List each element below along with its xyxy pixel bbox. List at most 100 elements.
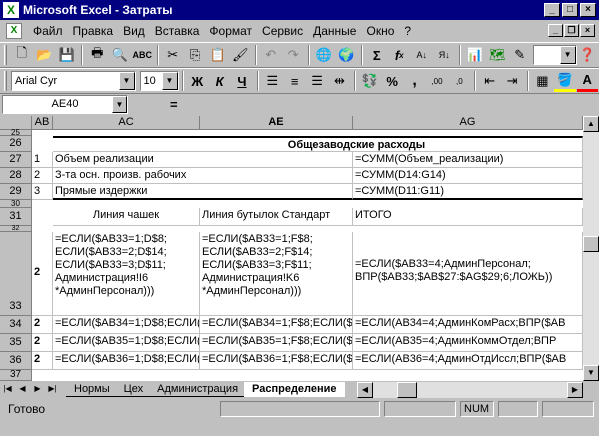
align-right-icon[interactable]: ☰	[306, 70, 327, 92]
format-painter-icon[interactable]: 🖌	[229, 44, 251, 66]
cell-ab36[interactable]: 2	[32, 352, 53, 370]
section-title[interactable]: Общезаводские расходы	[53, 136, 583, 152]
menu-view[interactable]: Вид	[118, 24, 150, 38]
column-header-ac[interactable]: AC	[53, 116, 200, 130]
paste-icon[interactable]: 📋	[207, 44, 229, 66]
row-header-36[interactable]: 36	[0, 352, 32, 370]
hyperlink-icon[interactable]: 🌐	[313, 44, 335, 66]
chevron-down-icon[interactable]: ▼	[559, 46, 576, 64]
increase-decimal-button[interactable]: ,00	[426, 70, 447, 92]
row-header-26[interactable]: 26	[0, 136, 32, 152]
scroll-right-icon[interactable]: ▶	[567, 382, 583, 398]
cell-ab33[interactable]: 2	[32, 232, 53, 316]
fill-color-icon[interactable]: 🪣	[554, 70, 576, 92]
formula-equals-button[interactable]: =	[170, 97, 178, 112]
undo-icon[interactable]: ↶	[260, 44, 282, 66]
web-toolbar-icon[interactable]: 🌍	[335, 44, 357, 66]
print-icon[interactable]: 🖶	[86, 44, 108, 66]
cell-ac28[interactable]: З-та осн. произв. рабочих	[53, 168, 353, 184]
cell-ac33[interactable]: =ЕСЛИ($AB33=1;D$8; ЕСЛИ($AB33=2;D$14; ЕС…	[53, 232, 200, 316]
doc-restore-button[interactable]: ❐	[564, 24, 579, 37]
cell-ae33[interactable]: =ЕСЛИ($AB33=1;F$8; ЕСЛИ($AB33=2;F$14; ЕС…	[200, 232, 353, 316]
drawing-icon[interactable]: ✎	[509, 44, 531, 66]
row-header-27[interactable]: 27	[0, 152, 32, 168]
map-icon[interactable]: 🗺	[486, 44, 508, 66]
scroll-down-icon[interactable]: ▼	[583, 365, 599, 381]
menu-data[interactable]: Данные	[308, 24, 361, 38]
row-header-30[interactable]: 30	[0, 200, 32, 208]
first-sheet-icon[interactable]: |◀	[0, 382, 15, 397]
cell-ab35[interactable]: 2	[32, 334, 53, 352]
row-header-28[interactable]: 28	[0, 168, 32, 184]
cell-ag31[interactable]: ИТОГО	[353, 208, 583, 226]
cell-ag35[interactable]: =ЕСЛИ(AB35=4;АдминКоммОтдел;ВПР	[353, 334, 583, 352]
cell-ag28[interactable]: =СУММ(D14:G14)	[353, 168, 583, 184]
font-select[interactable]: Arial Cyr ▼	[10, 71, 136, 91]
row-header-29[interactable]: 29	[0, 184, 32, 200]
redo-icon[interactable]: ↷	[282, 44, 304, 66]
cell-ag27[interactable]: =СУММ(Объем_реализации)	[353, 152, 583, 168]
bold-button[interactable]: Ж	[187, 70, 208, 92]
chevron-down-icon[interactable]: ▼	[112, 96, 127, 113]
row-header-37[interactable]: 37	[0, 370, 32, 381]
sheet-tab-administration[interactable]: Администрация	[149, 382, 247, 397]
sheet-tab-distribution[interactable]: Распределение	[244, 382, 345, 397]
row-header-34[interactable]: 34	[0, 316, 32, 334]
cell-ab28[interactable]: 2	[32, 168, 53, 184]
cell-ac36[interactable]: =ЕСЛИ($AB36=1;D$8;ЕСЛИ($AB36	[53, 352, 200, 370]
close-button[interactable]: ×	[580, 3, 596, 17]
menu-tools[interactable]: Сервис	[257, 24, 308, 38]
cell-ac34[interactable]: =ЕСЛИ($AB34=1;D$8;ЕСЛИ($AB34	[53, 316, 200, 334]
function-icon[interactable]: fx	[388, 44, 410, 66]
cut-icon[interactable]: ✂	[162, 44, 184, 66]
font-size-select[interactable]: 10 ▼	[139, 71, 179, 91]
decrease-indent-icon[interactable]: ⇤	[479, 70, 500, 92]
cell-ag33[interactable]: =ЕСЛИ($AB33=4;АдминПерсонал; ВПР($AB33;$…	[353, 232, 583, 316]
toolbar-grip[interactable]	[4, 45, 7, 65]
scroll-left-icon[interactable]: ◀	[357, 382, 373, 398]
toolbar-grip[interactable]	[4, 71, 7, 91]
sort-ascending-icon[interactable]: A↓	[411, 44, 433, 66]
next-sheet-icon[interactable]: ▶	[30, 382, 45, 397]
italic-button[interactable]: К	[209, 70, 230, 92]
cell-ag34[interactable]: =ЕСЛИ(AB34=4;АдминКомРасх;ВПР($AB	[353, 316, 583, 334]
cell-ag36[interactable]: =ЕСЛИ(AB36=4;АдминОтдИссл;ВПР($AB	[353, 352, 583, 370]
name-box[interactable]: AE40 ▼	[2, 95, 128, 114]
document-icon[interactable]: X	[6, 23, 22, 39]
last-sheet-icon[interactable]: ▶|	[45, 382, 60, 397]
doc-close-button[interactable]: ×	[580, 24, 595, 37]
cell-ac31[interactable]: Линия чашек	[53, 208, 200, 226]
scroll-up-icon[interactable]: ▲	[583, 116, 599, 132]
sort-descending-icon[interactable]: Я↓	[433, 44, 455, 66]
cell-ag29[interactable]: =СУММ(D11:G11)	[353, 184, 583, 200]
merge-center-icon[interactable]: ⇹	[329, 70, 350, 92]
column-header-ag[interactable]: AG	[353, 116, 583, 130]
cell-ab34[interactable]: 2	[32, 316, 53, 334]
percent-button[interactable]: %	[382, 70, 403, 92]
spreadsheet-grid[interactable]: AB AC AE AG 25 26 Общезаводские расходы …	[0, 116, 583, 381]
decrease-decimal-button[interactable]: ,0	[449, 70, 470, 92]
chevron-down-icon[interactable]: ▼	[118, 72, 135, 90]
font-color-icon[interactable]: A	[576, 70, 598, 92]
column-header-ab[interactable]: AB	[32, 116, 53, 130]
borders-icon[interactable]: ▦	[532, 70, 553, 92]
cell-ae34[interactable]: =ЕСЛИ($AB34=1;F$8;ЕСЛИ($AB34	[200, 316, 353, 334]
menu-help[interactable]: ?	[399, 24, 416, 38]
chart-wizard-icon[interactable]: 📊	[464, 44, 486, 66]
increase-indent-icon[interactable]: ⇥	[501, 70, 522, 92]
horizontal-scrollbar[interactable]: ◀ ▶	[357, 382, 583, 398]
cell-ab27[interactable]: 1	[32, 152, 53, 168]
vertical-scrollbar[interactable]: ▲ ▼	[583, 116, 599, 381]
menu-window[interactable]: Окно	[361, 24, 399, 38]
new-icon[interactable]: 🗋	[11, 44, 33, 66]
prev-sheet-icon[interactable]: ◀	[15, 382, 30, 397]
underline-button[interactable]: Ч	[231, 70, 252, 92]
copy-icon[interactable]: ⎘	[184, 44, 206, 66]
autosum-icon[interactable]: Σ	[366, 44, 388, 66]
menu-insert[interactable]: Вставка	[150, 24, 205, 38]
align-center-icon[interactable]: ≡	[284, 70, 305, 92]
row-header-35[interactable]: 35	[0, 334, 32, 352]
vertical-scroll-thumb[interactable]	[583, 236, 599, 252]
cell-ac29[interactable]: Прямые издержки	[53, 184, 353, 200]
excel-app-icon[interactable]: X	[3, 2, 19, 18]
